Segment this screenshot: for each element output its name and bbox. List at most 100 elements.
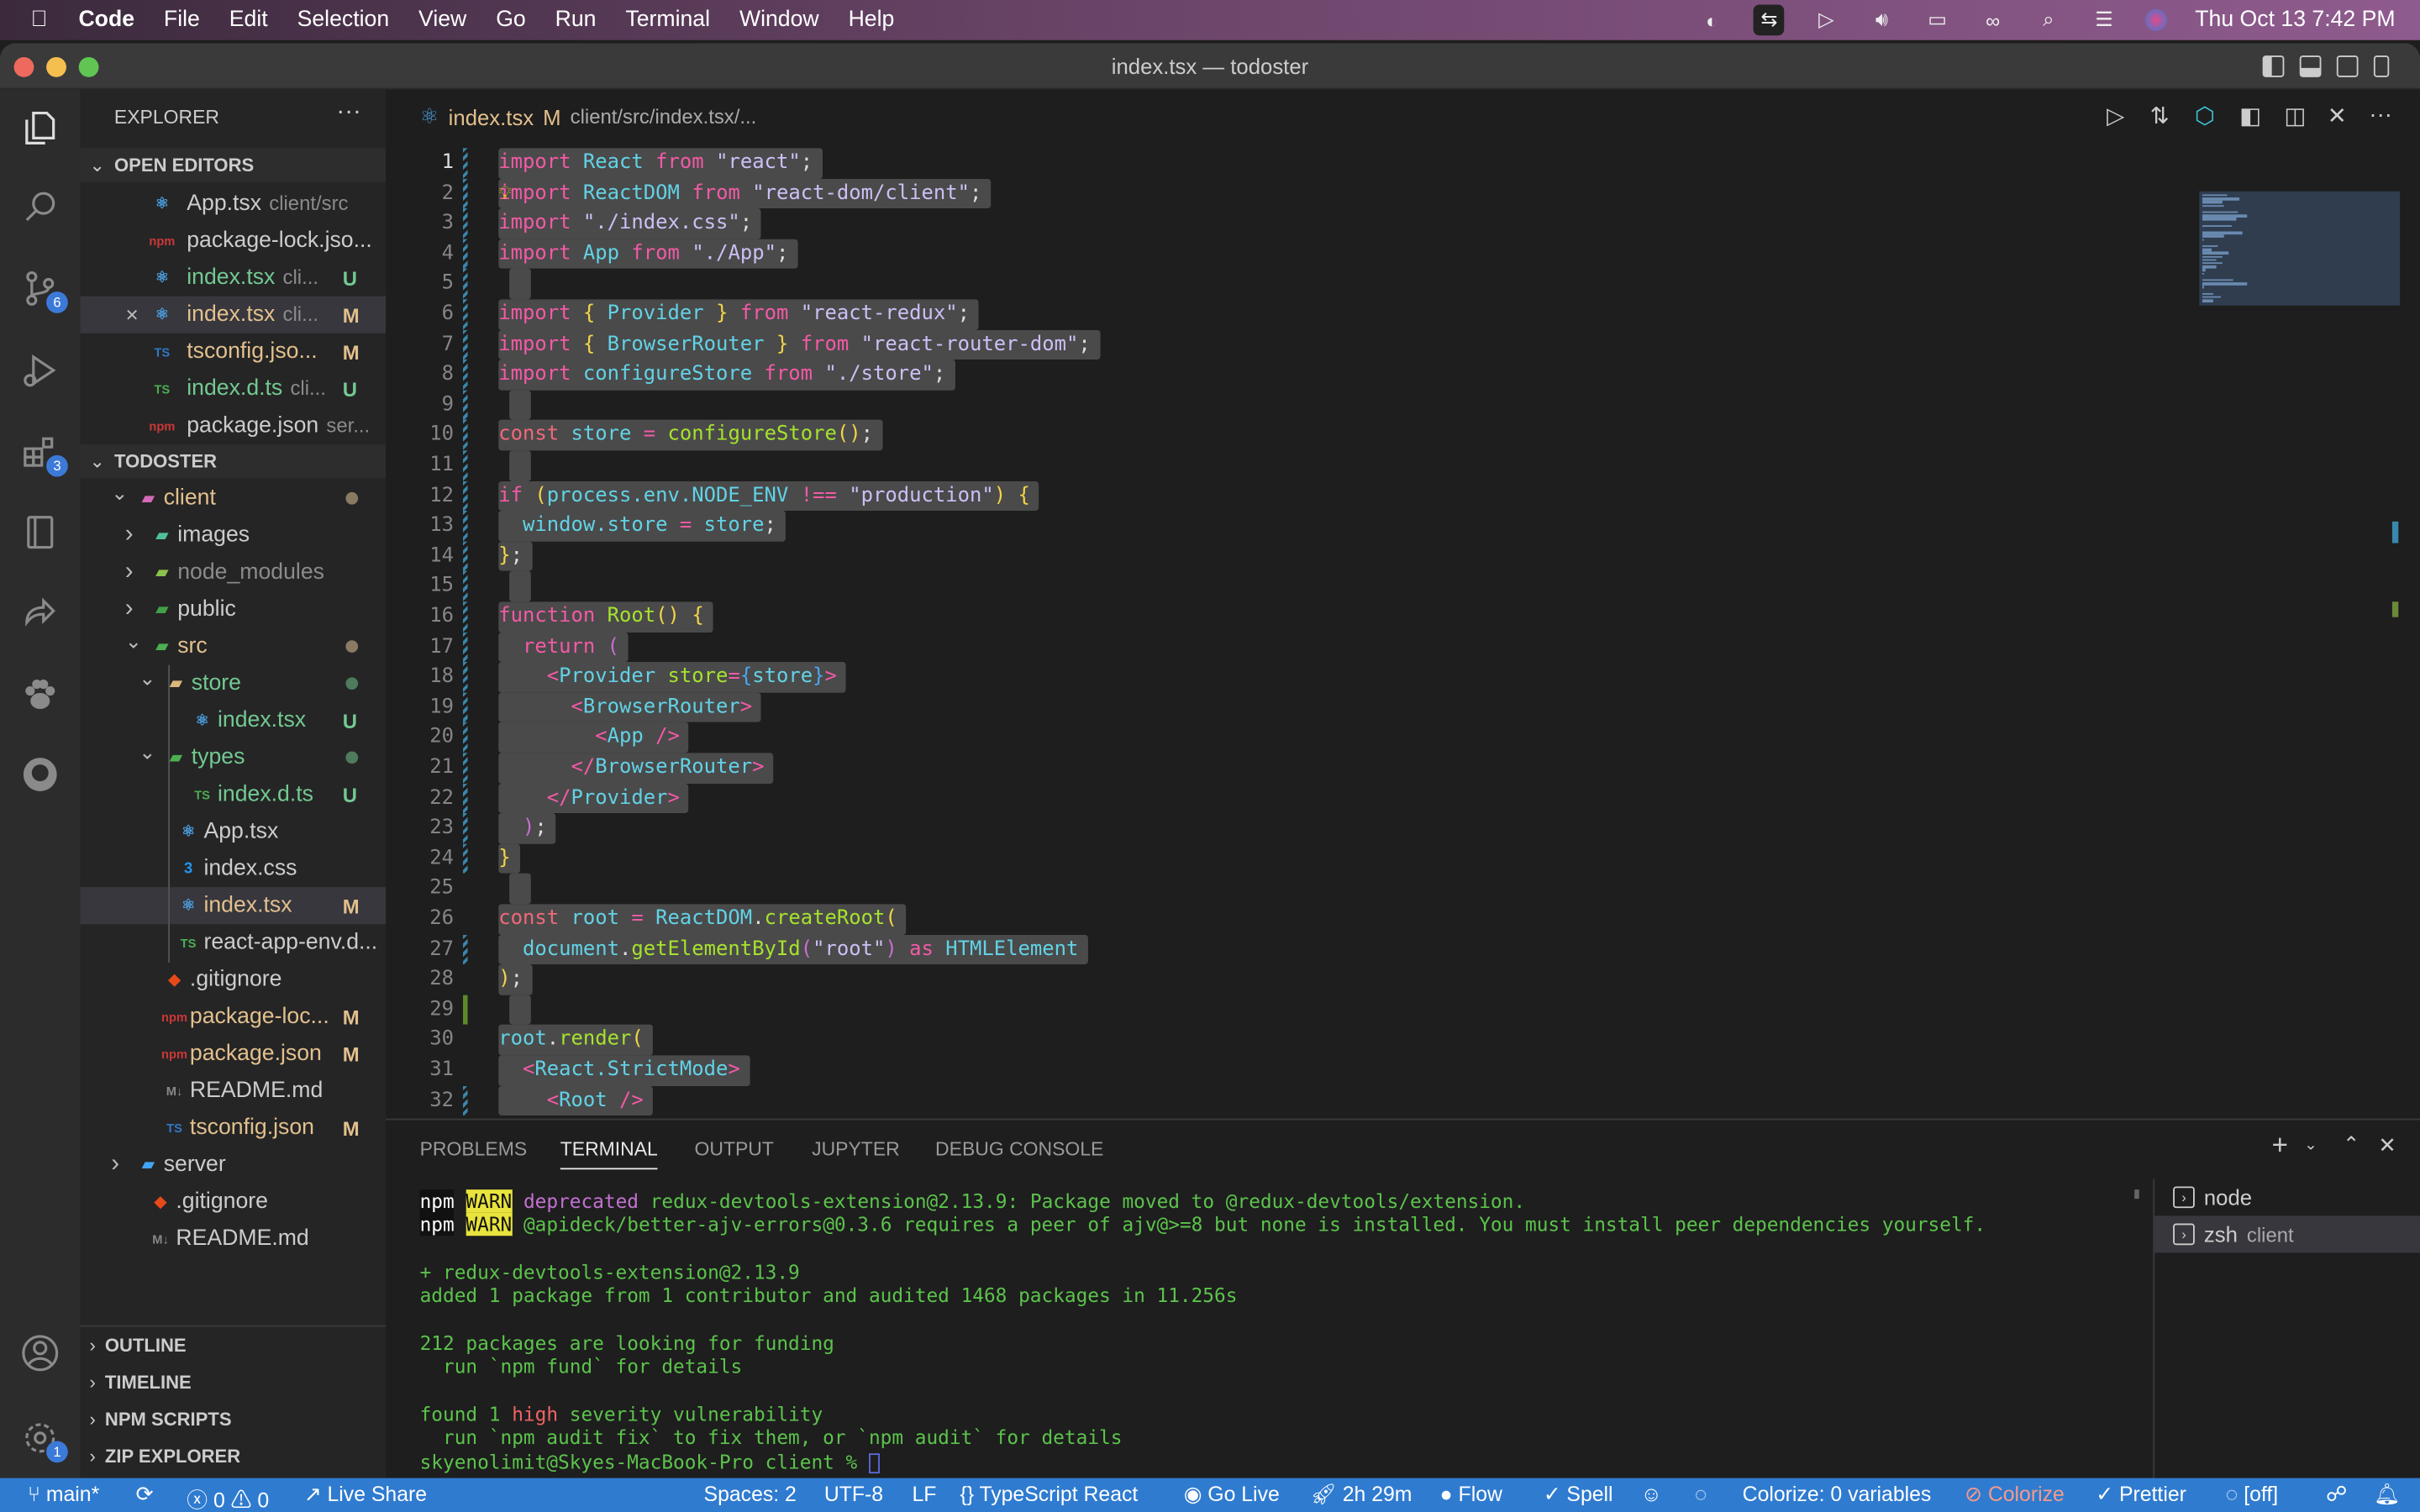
code-line[interactable]: 26 const root = ReactDOM.createRoot( bbox=[386, 904, 2191, 935]
code-line[interactable]: 6 import { Provider } from "react-redux"; bbox=[386, 299, 2191, 330]
code-line[interactable]: 11 bbox=[386, 450, 2191, 481]
tree-item[interactable]: ⚛ index.tsx U bbox=[81, 702, 387, 739]
tree-item[interactable]: 3 index.css bbox=[81, 850, 387, 887]
menu-file[interactable]: File bbox=[164, 8, 200, 32]
sync-icon[interactable]: ⟳ bbox=[136, 1483, 154, 1507]
code-line[interactable]: 4 import App from "./App"; bbox=[386, 239, 2191, 270]
terminal-scrollbar[interactable] bbox=[2134, 1189, 2139, 1200]
accounts-icon[interactable] bbox=[15, 1328, 65, 1378]
watch-status[interactable]: ◌ [off] bbox=[2226, 1483, 2279, 1506]
chevron-right-icon[interactable]: › bbox=[125, 559, 134, 586]
extensions-icon[interactable]: 3 bbox=[15, 428, 68, 477]
terminal-prompt-line[interactable]: skyenolimit@Skyes-MacBook-Pro client % bbox=[420, 1450, 1986, 1473]
usb-icon[interactable]: ⇆ bbox=[1753, 4, 1785, 36]
open-editor-item[interactable]: TS index.d.ts cli... U bbox=[81, 370, 387, 407]
customize-layout-icon[interactable] bbox=[2373, 55, 2390, 77]
tab-debug-console[interactable]: DEBUG CONSOLE bbox=[935, 1139, 1103, 1161]
outline-section[interactable]: › OUTLINE bbox=[81, 1328, 387, 1362]
extension-hex-icon[interactable]: ⬡ bbox=[2195, 102, 2215, 129]
menu-go[interactable]: Go bbox=[496, 8, 526, 32]
breadcrumb-path[interactable]: client/src/index.tsx/... bbox=[571, 105, 757, 129]
code-line[interactable]: 3 import "./index.css"; bbox=[386, 208, 2191, 239]
run-icon[interactable]: ▷ bbox=[2107, 102, 2124, 129]
chevron-down-icon[interactable]: ⌄ bbox=[139, 741, 155, 765]
terminal-item-node[interactable]: › node bbox=[2154, 1179, 2420, 1215]
open-editor-item[interactable]: ⚛ App.tsx client/src bbox=[81, 185, 387, 222]
close-panel-icon[interactable]: ✕ bbox=[2378, 1132, 2396, 1158]
open-editor-item[interactable]: TS tsconfig.jso... M bbox=[81, 333, 387, 370]
paw-extension-icon[interactable] bbox=[15, 669, 65, 719]
tab-terminal[interactable]: TERMINAL bbox=[560, 1139, 658, 1170]
code-line[interactable]: 2 import ReactDOM from "react-dom/client"… bbox=[386, 178, 2191, 209]
tree-item[interactable]: M↓ README.md bbox=[81, 1073, 387, 1110]
chevron-down-icon[interactable]: ⌄ bbox=[139, 666, 155, 690]
menu-selection[interactable]: Selection bbox=[297, 8, 390, 32]
code-line[interactable]: 1 import React from "react"; bbox=[386, 148, 2191, 179]
tree-item[interactable]: › ▰ images bbox=[81, 517, 387, 554]
tree-item[interactable]: ⌄ ▰ store bbox=[81, 665, 387, 702]
code-line[interactable]: 27 document.getElementById("root") as HT… bbox=[386, 934, 2191, 965]
code-line[interactable]: 15 bbox=[386, 571, 2191, 602]
code-line[interactable]: 17 return ( bbox=[386, 632, 2191, 663]
chevron-right-icon[interactable]: › bbox=[125, 522, 134, 549]
code-line[interactable]: 28); bbox=[386, 964, 2191, 995]
code-line[interactable]: 12 if (process.env.NODE_ENV !== "producti… bbox=[386, 480, 2191, 512]
tab-output[interactable]: OUTPUT bbox=[695, 1139, 774, 1161]
play-icon[interactable]: ▷ bbox=[1812, 8, 1840, 32]
branch-status[interactable]: ⑂ main* bbox=[28, 1483, 99, 1506]
editor-more-actions-icon[interactable]: ··· bbox=[2369, 102, 2392, 128]
eol-status[interactable]: LF bbox=[913, 1483, 937, 1506]
code-line[interactable]: 31 <React.StrictMode> bbox=[386, 1055, 2191, 1086]
tab-jupyter[interactable]: JUPYTER bbox=[812, 1139, 900, 1161]
code-line[interactable]: 23 ); bbox=[386, 813, 2191, 844]
open-editors-header[interactable]: ⌄ OPEN EDITORS bbox=[80, 148, 387, 182]
globe-icon[interactable]: ◐ bbox=[1698, 8, 1726, 32]
tree-item[interactable]: M↓ README.md bbox=[81, 1221, 387, 1257]
link-icon[interactable]: ∞ bbox=[1979, 8, 2007, 32]
close-editor-icon[interactable]: ✕ bbox=[2328, 102, 2347, 129]
editor-breadcrumb[interactable]: ⚛ index.tsx M client/src/index.tsx/... bbox=[420, 103, 757, 129]
chevron-right-icon[interactable]: › bbox=[111, 1151, 119, 1179]
flow-status[interactable]: ● Flow bbox=[1440, 1483, 1502, 1506]
siri-icon[interactable] bbox=[2145, 9, 2168, 31]
terminal-output[interactable]: npm WARN deprecated redux-devtools-exten… bbox=[419, 1189, 1986, 1473]
menu-run[interactable]: Run bbox=[555, 8, 597, 32]
run-debug-icon[interactable] bbox=[15, 345, 65, 395]
toggle-secondary-sidebar-icon[interactable] bbox=[2336, 55, 2359, 77]
menu-terminal[interactable]: Terminal bbox=[625, 8, 710, 32]
github-icon[interactable] bbox=[15, 750, 65, 800]
encoding-status[interactable]: UTF-8 bbox=[824, 1483, 883, 1506]
code-line[interactable]: 22 </Provider> bbox=[386, 783, 2191, 814]
open-editor-item[interactable]: ✕ ⚛ index.tsx cli... M bbox=[80, 296, 387, 333]
volume-icon[interactable]: 🔊︎ bbox=[1868, 8, 1896, 32]
terminal-dropdown-icon[interactable]: ⌄ bbox=[2304, 1137, 2317, 1154]
tree-item[interactable]: TS react-app-env.d... bbox=[81, 924, 387, 961]
tree-item[interactable]: ⌄ ▰ src bbox=[81, 628, 387, 665]
control-center-icon[interactable]: ☰ bbox=[2090, 8, 2118, 32]
tree-item[interactable]: ◆ .gitignore bbox=[81, 961, 387, 998]
menu-edit[interactable]: Edit bbox=[229, 8, 268, 32]
chevron-down-icon[interactable]: ⌄ bbox=[111, 481, 128, 506]
zip-explorer-section[interactable]: › ZIP EXPLORER bbox=[81, 1440, 387, 1473]
explorer-more-actions-icon[interactable]: ··· bbox=[336, 99, 360, 127]
tree-item[interactable]: › ▰ server bbox=[81, 1147, 387, 1184]
close-editor-icon[interactable]: ✕ bbox=[125, 305, 139, 325]
problems-status[interactable]: ⓧ 0 ⚠ 0 bbox=[187, 1483, 269, 1512]
apple-menu-icon[interactable]:  bbox=[31, 8, 48, 32]
chevron-right-icon[interactable]: › bbox=[125, 596, 134, 623]
battery-icon[interactable]: ▭ bbox=[1923, 8, 1951, 32]
tree-item[interactable]: ⌄ ▰ types bbox=[81, 739, 387, 776]
new-terminal-icon[interactable]: + bbox=[2272, 1129, 2288, 1162]
notebook-icon[interactable] bbox=[15, 507, 65, 557]
spotlight-search-icon[interactable]: ⌕ bbox=[2034, 8, 2062, 32]
code-line[interactable]: 14}; bbox=[386, 541, 2191, 572]
compare-changes-icon[interactable]: ⇅ bbox=[2150, 102, 2170, 129]
tree-item[interactable]: npm package-loc... M bbox=[81, 998, 387, 1035]
code-line[interactable]: 21 </BrowserRouter> bbox=[386, 753, 2191, 784]
code-line[interactable]: 9 bbox=[386, 390, 2191, 421]
tab-problems[interactable]: PROBLEMS bbox=[420, 1139, 528, 1161]
tree-item[interactable]: npm package.json M bbox=[81, 1035, 387, 1072]
minimap[interactable] bbox=[2199, 191, 2401, 306]
feedback-icon[interactable]: ☍ bbox=[2326, 1483, 2347, 1507]
open-editor-item[interactable]: npm package-lock.jso... bbox=[81, 222, 387, 259]
